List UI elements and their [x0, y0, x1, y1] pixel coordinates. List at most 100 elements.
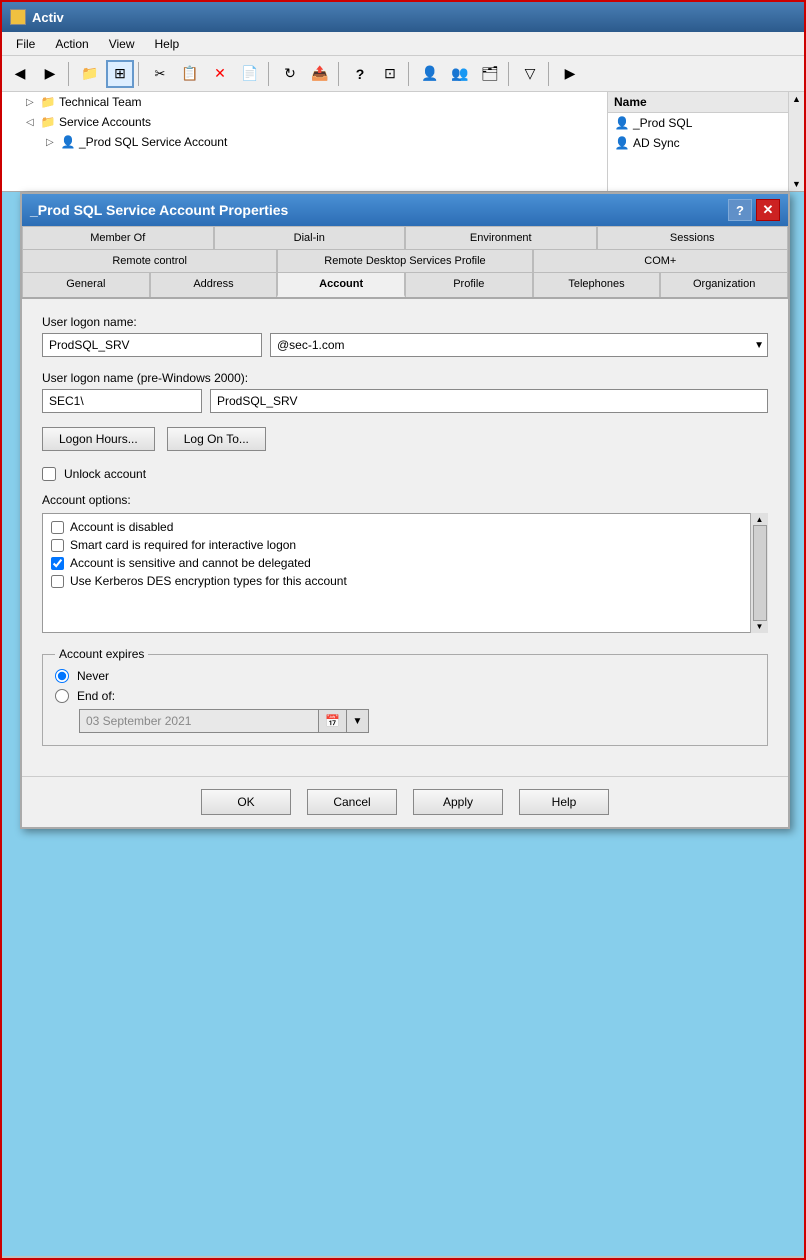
tab-account[interactable]: Account: [277, 272, 405, 297]
menu-help[interactable]: Help: [145, 35, 190, 53]
folder-icon-2: 📁: [40, 114, 56, 130]
domain-select[interactable]: @sec-1.com: [270, 333, 768, 357]
pre-win2k-user-input[interactable]: [210, 389, 768, 413]
menu-file[interactable]: File: [6, 35, 45, 53]
scrollbar-up-arrow[interactable]: ▲: [792, 94, 801, 104]
pre-win2k-domain-input[interactable]: [42, 389, 202, 413]
scrollbar-down-arrow[interactable]: ▼: [792, 179, 801, 189]
log-on-to-button[interactable]: Log On To...: [167, 427, 266, 451]
toolbar-sep-7: [548, 62, 552, 86]
logon-hours-button[interactable]: Logon Hours...: [42, 427, 155, 451]
filter-button[interactable]: ▽: [516, 60, 544, 88]
users-button[interactable]: 👥: [446, 60, 474, 88]
tree-scrollbar[interactable]: ▲ ▼: [788, 92, 804, 191]
account-options-container: Account is disabled Smart card is requir…: [42, 513, 768, 633]
menu-action[interactable]: Action: [45, 35, 98, 53]
help-footer-button[interactable]: Help: [519, 789, 609, 815]
title-bar: Activ: [2, 2, 804, 32]
menu-view[interactable]: View: [99, 35, 145, 53]
unlock-label: Unlock account: [64, 467, 146, 481]
account-options-list[interactable]: Account is disabled Smart card is requir…: [42, 513, 768, 633]
end-of-radio[interactable]: [55, 689, 69, 703]
tree-item-technical-team[interactable]: ▷ 📁 Technical Team: [2, 92, 607, 112]
delete-button[interactable]: ✕: [206, 60, 234, 88]
back-button[interactable]: ◀: [6, 60, 34, 88]
date-dropdown-button[interactable]: ▼: [347, 709, 369, 733]
tab-remote-desktop[interactable]: Remote Desktop Services Profile: [277, 249, 532, 272]
dialog-close-button[interactable]: ✕: [756, 199, 780, 221]
domain-dropdown-wrapper: @sec-1.com ▼: [270, 333, 768, 357]
tab-environment[interactable]: Environment: [405, 226, 597, 249]
toolbar-sep-4: [338, 62, 342, 86]
options-scroll-down[interactable]: ▼: [756, 622, 764, 631]
never-label: Never: [77, 669, 109, 683]
more-button[interactable]: ▶: [556, 60, 584, 88]
option-kerberos-checkbox[interactable]: [51, 575, 64, 588]
folder2-button[interactable]: 🗂: [476, 60, 504, 88]
tab-profile[interactable]: Profile: [405, 272, 533, 297]
cancel-button[interactable]: Cancel: [307, 789, 397, 815]
option-kerberos-label: Use Kerberos DES encryption types for th…: [70, 574, 347, 588]
name-item-prod-sql[interactable]: 👤 _Prod SQL: [608, 113, 788, 133]
option-smart-card-checkbox[interactable]: [51, 539, 64, 552]
name-item-ad-sync[interactable]: 👤 AD Sync: [608, 133, 788, 153]
tab-member-of[interactable]: Member Of: [22, 226, 214, 249]
folder-icon: 📁: [40, 94, 56, 110]
refresh-button[interactable]: ↻: [276, 60, 304, 88]
tab-dial-in[interactable]: Dial-in: [214, 226, 406, 249]
tab-general[interactable]: General: [22, 272, 150, 297]
toolbar-sep-5: [408, 62, 412, 86]
toolbar-sep-3: [268, 62, 272, 86]
expand-icon: ▷: [26, 97, 38, 108]
menu-bar: File Action View Help: [2, 32, 804, 56]
tree-item-service-accounts[interactable]: ◁ 📁 Service Accounts: [2, 112, 607, 132]
export-button[interactable]: 📤: [306, 60, 334, 88]
grid-button[interactable]: ⊞: [106, 60, 134, 88]
pre-win2k-label: User logon name (pre-Windows 2000):: [42, 371, 768, 385]
option-disabled-checkbox[interactable]: [51, 521, 64, 534]
option-sensitive-checkbox[interactable]: [51, 557, 64, 570]
tab-remote-control[interactable]: Remote control: [22, 249, 277, 272]
tree-item-prod-sql[interactable]: ▷ 👤 _Prod SQL Service Account: [2, 132, 607, 152]
background-area: _Prod SQL Service Account Properties ? ✕…: [2, 192, 804, 1256]
browse-button[interactable]: 📁: [76, 60, 104, 88]
ok-button[interactable]: OK: [201, 789, 291, 815]
option-disabled: Account is disabled: [51, 518, 747, 536]
tab-row-1: Member Of Dial-in Environment Sessions: [22, 226, 788, 249]
name-item-prod-sql-label: _Prod SQL: [633, 116, 692, 130]
tree-item-service-accounts-label: Service Accounts: [59, 115, 151, 129]
app-icon: [10, 9, 26, 25]
help-button[interactable]: ?: [346, 60, 374, 88]
account-expires-fieldset: Account expires Never End of: 📅 ▼: [42, 647, 768, 746]
toolbar-sep-1: [68, 62, 72, 86]
cut-button[interactable]: ✂: [146, 60, 174, 88]
tab-com-plus[interactable]: COM+: [533, 249, 788, 272]
date-calendar-button[interactable]: 📅: [319, 709, 347, 733]
user-logon-label: User logon name:: [42, 315, 768, 329]
date-input[interactable]: [79, 709, 319, 733]
option-sensitive-label: Account is sensitive and cannot be deleg…: [70, 556, 311, 570]
dialog-help-button[interactable]: ?: [728, 199, 752, 221]
tree-scroll[interactable]: ▷ 📁 Technical Team ◁ 📁 Service Accounts …: [2, 92, 607, 191]
tab-address[interactable]: Address: [150, 272, 278, 297]
account-options-label: Account options:: [42, 493, 768, 507]
user-add-button[interactable]: 👤: [416, 60, 444, 88]
forward-button[interactable]: ▶: [36, 60, 64, 88]
never-radio[interactable]: [55, 669, 69, 683]
option-disabled-label: Account is disabled: [70, 520, 173, 534]
name-panel-header: Name: [608, 92, 788, 113]
view2-button[interactable]: ⊡: [376, 60, 404, 88]
name-item-ad-sync-label: AD Sync: [633, 136, 680, 150]
apply-button[interactable]: Apply: [413, 789, 503, 815]
tab-sessions[interactable]: Sessions: [597, 226, 789, 249]
tab-telephones[interactable]: Telephones: [533, 272, 661, 297]
options-scrollbar[interactable]: ▲ ▼: [750, 513, 768, 633]
tab-organization[interactable]: Organization: [660, 272, 788, 297]
never-radio-row: Never: [55, 669, 755, 683]
options-scroll-up[interactable]: ▲: [756, 515, 764, 524]
unlock-checkbox[interactable]: [42, 467, 56, 481]
user-icon: 👤: [60, 134, 76, 150]
user-logon-input[interactable]: [42, 333, 262, 357]
copy-button[interactable]: 📋: [176, 60, 204, 88]
move-button[interactable]: 📄: [236, 60, 264, 88]
